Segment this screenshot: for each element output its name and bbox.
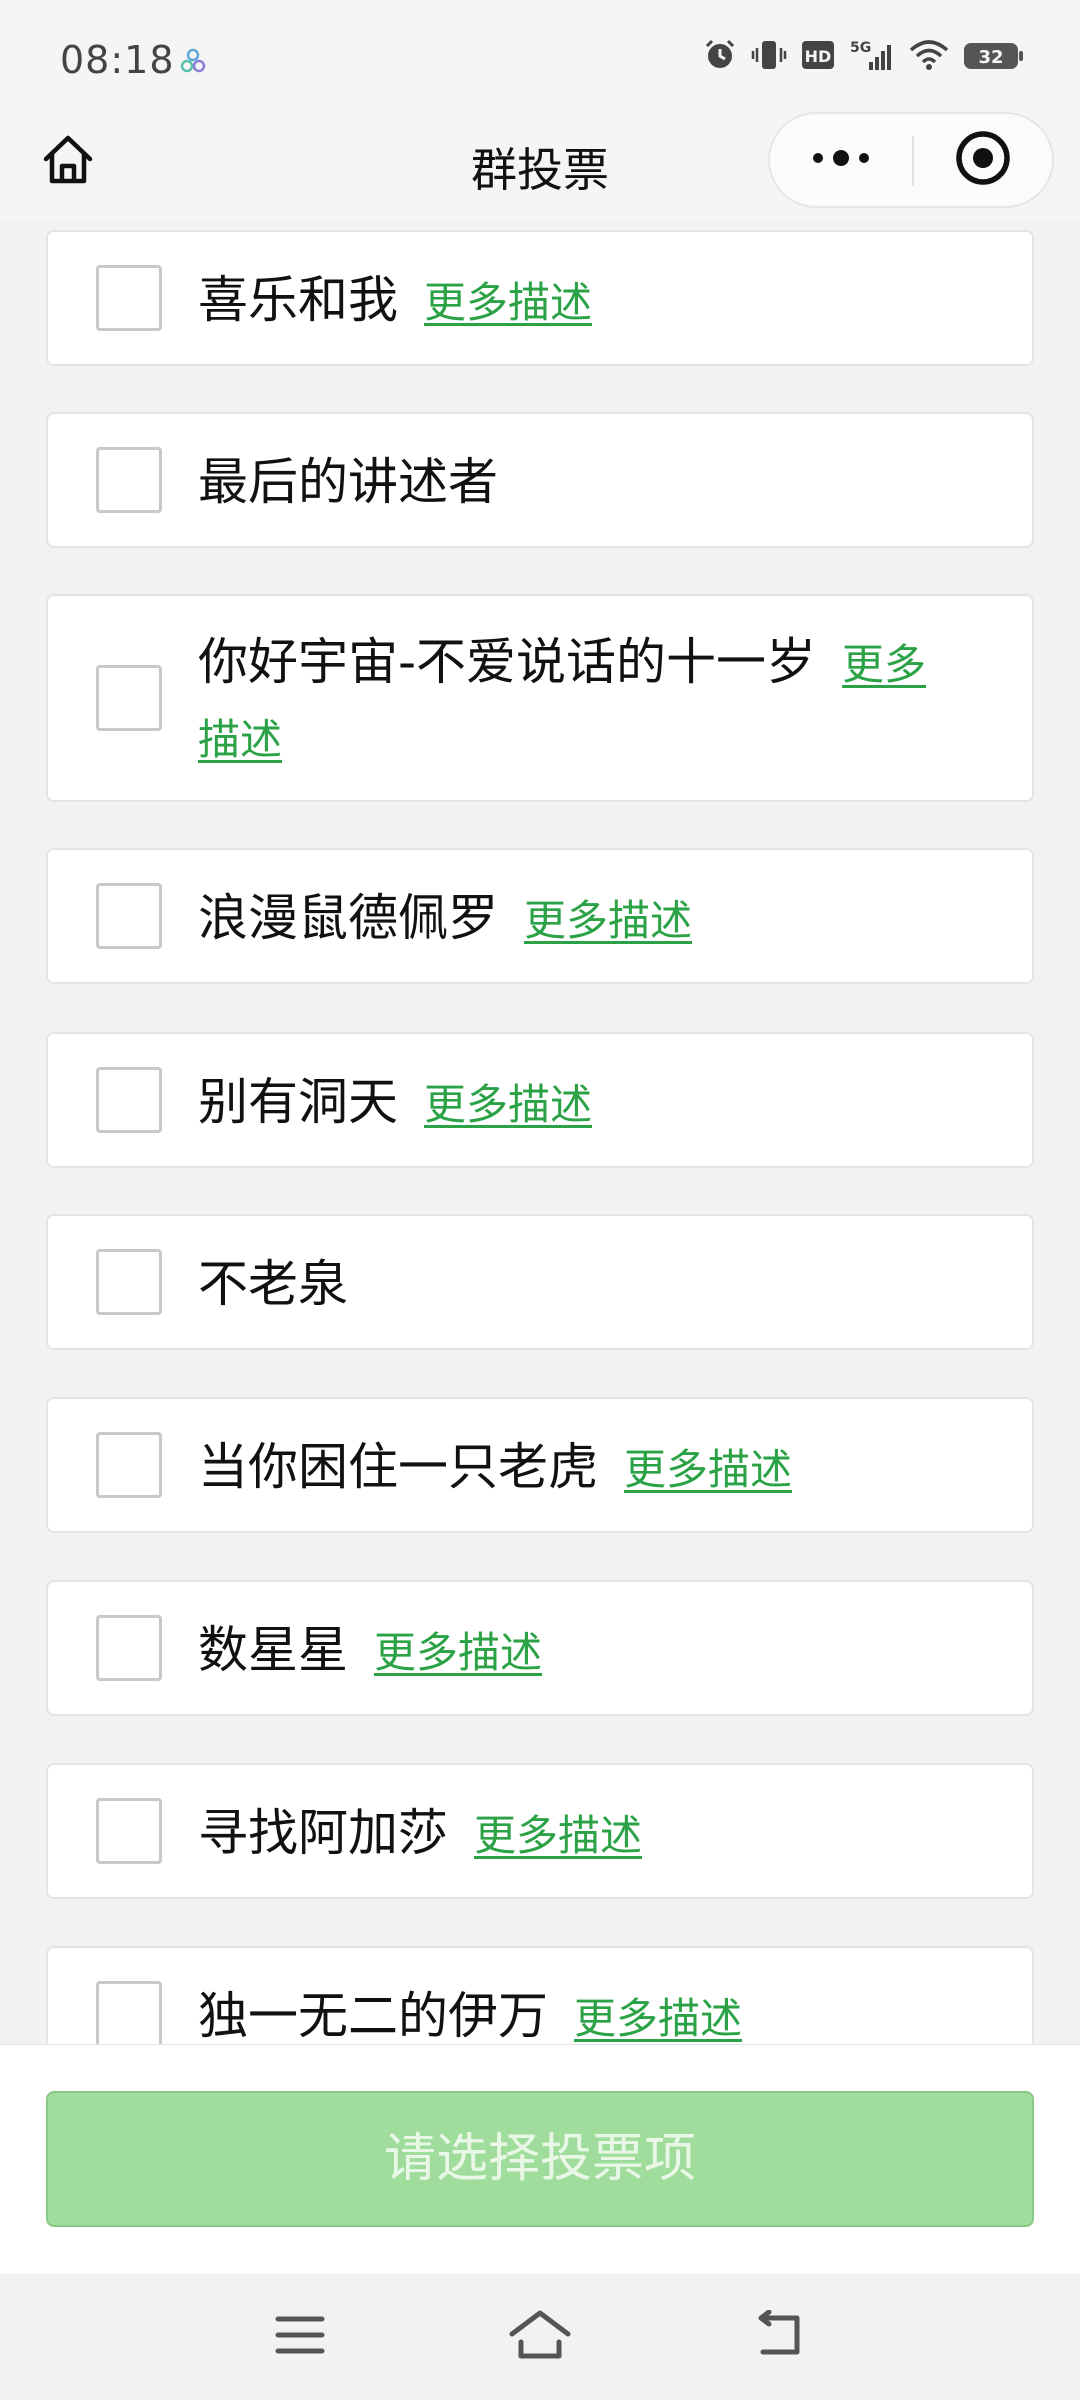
option-label: 不老泉: [198, 1255, 348, 1313]
more-description-link[interactable]: 更多描述: [374, 1628, 542, 1677]
vibrate-icon: [751, 38, 787, 76]
battery-level: 32: [978, 47, 1003, 68]
option-checkbox[interactable]: [96, 1981, 162, 2044]
more-button[interactable]: [770, 114, 912, 206]
home-outline-icon: [508, 2308, 572, 2366]
vote-option[interactable]: 浪漫鼠德佩罗 更多描述: [46, 848, 1034, 984]
option-label: 浪漫鼠德佩罗: [198, 889, 498, 947]
more-description-link[interactable]: 更多描述: [574, 1994, 742, 2043]
option-text: 浪漫鼠德佩罗 更多描述: [198, 882, 932, 957]
option-label: 数星星: [198, 1621, 348, 1679]
option-label: 你好宇宙-不爱说话的十一岁: [198, 633, 817, 691]
option-checkbox[interactable]: [96, 665, 162, 731]
option-text: 最后的讲述者: [198, 446, 932, 518]
vote-option[interactable]: 喜乐和我 更多描述: [46, 230, 1034, 366]
target-close-icon: [953, 128, 1013, 192]
option-checkbox[interactable]: [96, 1067, 162, 1133]
option-text: 独一无二的伊万 更多描述: [198, 1980, 932, 2044]
wifi-icon: [909, 38, 949, 76]
option-label: 独一无二的伊万: [198, 1987, 548, 2044]
option-label: 当你困住一只老虎: [198, 1438, 598, 1496]
menu-icon: [275, 2313, 325, 2361]
more-dots-icon: [809, 148, 873, 172]
alarm-icon: [703, 38, 737, 76]
option-checkbox[interactable]: [96, 1249, 162, 1315]
mini-program-capsule: [768, 112, 1054, 208]
vote-option[interactable]: 独一无二的伊万 更多描述: [46, 1946, 1034, 2044]
system-nav-bar: [0, 2274, 1080, 2400]
vote-option[interactable]: 寻找阿加莎 更多描述: [46, 1763, 1034, 1899]
option-checkbox[interactable]: [96, 1798, 162, 1864]
option-text: 当你困住一只老虎 更多描述: [198, 1431, 932, 1506]
vote-option[interactable]: 数星星 更多描述: [46, 1580, 1034, 1716]
option-label: 别有洞天: [198, 1073, 398, 1131]
network-label: 5G: [850, 40, 871, 56]
close-button[interactable]: [914, 114, 1052, 206]
status-icons: HD 5G 32: [703, 38, 1025, 76]
more-description-link[interactable]: 更多描述: [424, 1080, 592, 1129]
more-description-link[interactable]: 更多描述: [624, 1445, 792, 1494]
option-text: 喜乐和我 更多描述: [198, 264, 932, 339]
submit-area: 请选择投票项: [0, 2044, 1080, 2274]
option-label: 最后的讲述者: [198, 453, 498, 511]
option-text: 别有洞天 更多描述: [198, 1066, 932, 1141]
option-text: 数星星 更多描述: [198, 1614, 932, 1689]
option-text: 寻找阿加莎 更多描述: [198, 1797, 932, 1872]
option-checkbox[interactable]: [96, 447, 162, 513]
more-description-link[interactable]: 更多描述: [474, 1811, 642, 1860]
option-checkbox[interactable]: [96, 1432, 162, 1498]
option-label: 喜乐和我: [198, 271, 398, 329]
5g-signal-icon: 5G: [849, 38, 895, 76]
back-icon: [753, 2309, 807, 2364]
option-text: 不老泉: [198, 1248, 932, 1320]
vote-option[interactable]: 当你困住一只老虎 更多描述: [46, 1397, 1034, 1533]
option-label: 寻找阿加莎: [198, 1804, 448, 1862]
option-checkbox[interactable]: [96, 883, 162, 949]
more-description-link[interactable]: 更多描述: [424, 278, 592, 327]
vote-option[interactable]: 最后的讲述者: [46, 412, 1034, 548]
vote-options-list: 喜乐和我 更多描述 最后的讲述者 你好宇宙-不爱说话的十一岁 更多描述 浪漫鼠德佩罗…: [0, 222, 1080, 2044]
back-button[interactable]: [744, 2304, 816, 2370]
nav-bar: 群投票: [0, 112, 1080, 222]
option-checkbox[interactable]: [96, 1615, 162, 1681]
hd-icon: HD: [801, 38, 835, 76]
menu-button[interactable]: [264, 2304, 336, 2370]
hd-label: HD: [805, 47, 832, 66]
system-home-button[interactable]: [504, 2304, 576, 2370]
more-description-link[interactable]: 更多描述: [524, 896, 692, 945]
app-dots-icon: [180, 48, 206, 74]
vote-option[interactable]: 你好宇宙-不爱说话的十一岁 更多描述: [46, 594, 1034, 802]
battery-icon: 32: [963, 38, 1025, 76]
status-time: 08:18: [60, 38, 175, 82]
vote-option[interactable]: 别有洞天 更多描述: [46, 1032, 1034, 1168]
status-bar: 08:18 HD 5G 32: [0, 0, 1080, 112]
vote-option[interactable]: 不老泉: [46, 1214, 1034, 1350]
option-checkbox[interactable]: [96, 265, 162, 331]
option-text: 你好宇宙-不爱说话的十一岁 更多描述: [198, 626, 932, 776]
submit-vote-button[interactable]: 请选择投票项: [46, 2091, 1034, 2227]
